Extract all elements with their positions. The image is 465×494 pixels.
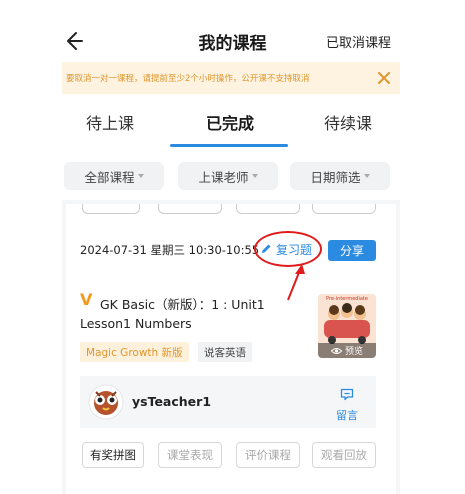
filter-label: 上课老师	[198, 169, 249, 185]
preview-label: 预览	[344, 347, 363, 357]
course-name: GK Basic（新版）：1 : Unit1	[100, 297, 265, 312]
message-label: 留言	[336, 409, 358, 422]
course-brand-mark: V	[80, 290, 93, 309]
previous-card-button	[158, 204, 222, 214]
filter-label: 日期筛选	[310, 169, 361, 185]
message-icon	[340, 388, 354, 401]
course-tag: Magic Growth 新版	[80, 342, 189, 362]
teacher-name: ysTeacher1	[132, 394, 212, 409]
annotation-arrow	[287, 264, 305, 301]
lesson-datetime: 2024-07-31 星期三 10:30-10:55	[80, 243, 260, 257]
review-exercises-button[interactable]: 复习题	[260, 238, 312, 260]
chevron-down-icon	[251, 174, 258, 178]
eye-icon	[330, 347, 342, 354]
preview-overlay: 预览	[318, 343, 376, 358]
avatar[interactable]	[88, 384, 124, 420]
leave-message-button[interactable]: 留言	[332, 386, 362, 422]
filter-teacher[interactable]: 上课老师	[178, 162, 278, 190]
tab-renewal[interactable]: 待续课	[324, 110, 372, 134]
tab-completed[interactable]: 已完成	[206, 110, 254, 134]
chevron-down-icon	[363, 174, 370, 178]
cancelled-courses-link[interactable]: 已取消课程	[326, 32, 391, 51]
class-performance-button[interactable]: 课堂表现	[158, 442, 222, 468]
status-tabs: 待上课 已完成 待续课	[62, 104, 400, 150]
review-label: 复习题	[276, 242, 313, 257]
previous-card-button	[312, 204, 376, 214]
page-title: 我的课程	[198, 34, 267, 54]
active-tab-indicator	[170, 144, 288, 147]
watch-replay-button[interactable]: 观看回放	[312, 442, 376, 468]
rate-course-button[interactable]: 评价课程	[236, 442, 300, 468]
chevron-down-icon	[137, 174, 144, 178]
pencil-icon	[262, 244, 271, 253]
close-icon[interactable]	[376, 70, 392, 86]
lesson-name: Lesson1 Numbers	[80, 316, 192, 331]
puzzle-reward-button[interactable]: 有奖拼图	[82, 442, 144, 468]
platform-tag: 说客英语	[198, 342, 252, 362]
filter-all-courses[interactable]: 全部课程	[64, 162, 164, 190]
filter-bar: 全部课程 上课老师 日期筛选	[62, 162, 400, 192]
previous-card-button	[236, 204, 300, 214]
lesson-actions: 有奖拼图 课堂表现 评价课程 观看回放	[80, 442, 380, 470]
filter-label: 全部课程	[84, 169, 135, 185]
tab-upcoming[interactable]: 待上课	[86, 110, 134, 134]
previous-card-button	[82, 204, 140, 214]
filter-date[interactable]: 日期筛选	[290, 162, 390, 190]
course-card: 2024-07-31 星期三 10:30-10:55 复习题 分享 V GK B…	[66, 204, 396, 494]
notice-banner: 要取消一对一课程，请提前至少2个小时操作，公开课不支持取消	[62, 62, 400, 94]
notice-text: 要取消一对一课程，请提前至少2个小时操作，公开课不支持取消	[66, 74, 310, 84]
teacher-info: ysTeacher1 留言	[80, 376, 376, 428]
share-button[interactable]: 分享	[328, 240, 376, 261]
courseware-thumbnail[interactable]: Pre-intermediate 预览	[318, 294, 376, 358]
